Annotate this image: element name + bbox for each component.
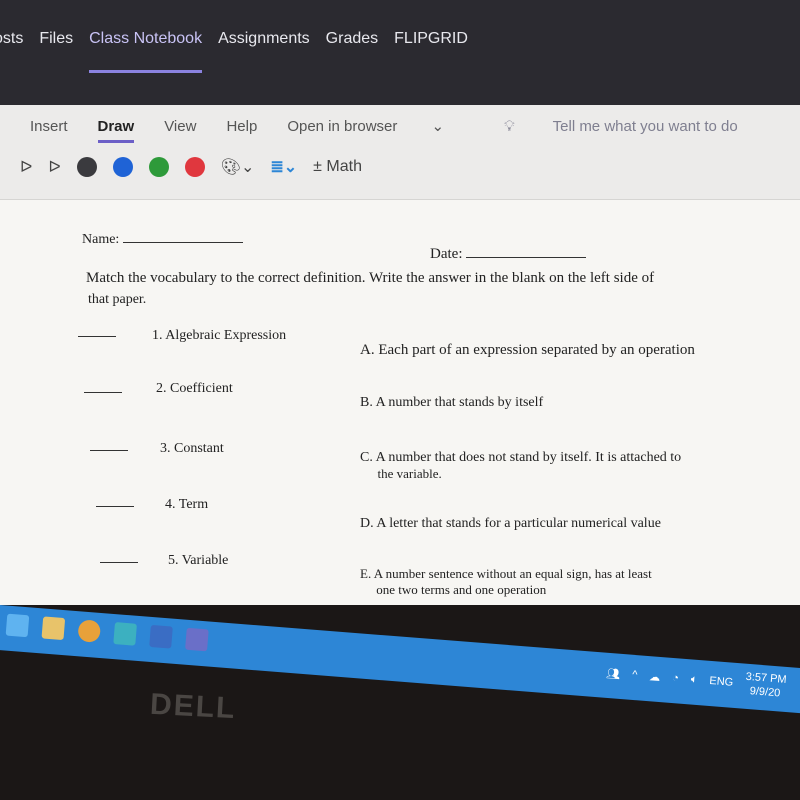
math-label: Math: [326, 158, 362, 175]
open-in-browser-label: Open in browser: [287, 118, 398, 135]
answer-blank[interactable]: [78, 336, 116, 337]
term: 2. Coefficient: [156, 381, 233, 396]
notebook-page: Name: Date: Match the vocabulary to the …: [0, 200, 800, 605]
tab-assignments[interactable]: Assignments: [218, 30, 310, 48]
wifi-icon[interactable]: ◔: [672, 672, 680, 684]
chrome-icon[interactable]: [77, 619, 102, 643]
dell-logo: DELL: [149, 687, 238, 726]
term: 3. Constant: [160, 441, 224, 456]
name-label: Name:: [82, 232, 120, 247]
instructions-continued: that paper.: [88, 292, 147, 307]
answer-blank[interactable]: [96, 506, 134, 507]
app-header: osts Files Class Notebook Assignments Gr…: [0, 0, 800, 105]
tab-class-notebook[interactable]: Class Notebook: [89, 30, 202, 73]
chevron-up-icon[interactable]: ^: [632, 669, 638, 681]
teams-icon[interactable]: [185, 627, 209, 652]
lasso-select-icon[interactable]: ᐅ: [20, 157, 32, 177]
pen-red-button[interactable]: [184, 157, 205, 177]
math-icon: ±: [313, 158, 322, 175]
name-blank: [122, 233, 243, 243]
clock[interactable]: 3:57 PM 9/9/20: [744, 670, 787, 701]
answer-blank[interactable]: [90, 450, 128, 451]
ribbon-tab-view[interactable]: View: [164, 118, 196, 135]
tell-me-search[interactable]: 💡︎ Tell me what you want to do: [504, 118, 768, 135]
pen-blue-button[interactable]: [112, 157, 133, 177]
definition: C. A number that does not stand by itsel…: [360, 450, 682, 481]
answer-blank[interactable]: [100, 562, 138, 563]
people-icon[interactable]: 👥︎: [606, 666, 621, 680]
lightbulb-icon: 💡︎: [504, 117, 515, 135]
instructions: Match the vocabulary to the correct defi…: [86, 270, 655, 286]
pen-green-button[interactable]: [148, 157, 169, 177]
mail-icon[interactable]: [113, 622, 137, 646]
onedrive-icon[interactable]: ☁: [649, 670, 661, 684]
edge-icon[interactable]: [5, 613, 30, 638]
term: 4. Term: [165, 497, 209, 512]
language-indicator[interactable]: ENG: [709, 675, 734, 689]
term: 5. Variable: [168, 553, 229, 568]
word-icon[interactable]: [149, 624, 173, 649]
date-label: Date:: [430, 246, 463, 262]
ribbon-tab-insert[interactable]: Insert: [30, 118, 68, 135]
open-in-browser-button[interactable]: Open in browser ⌄: [287, 117, 474, 135]
clock-date: 9/9/20: [749, 685, 781, 700]
date-blank: [466, 248, 587, 258]
palette-icon[interactable]: 🎨︎⌄: [221, 157, 255, 177]
answer-blank[interactable]: [84, 392, 122, 393]
clock-time: 3:57 PM: [745, 670, 788, 686]
date-field: Date:: [430, 246, 587, 263]
app-tabs: osts Files Class Notebook Assignments Gr…: [0, 30, 468, 73]
math-button[interactable]: ± Math: [313, 158, 362, 176]
definition: D. A letter that stands for a particular…: [360, 516, 661, 531]
file-explorer-icon[interactable]: [41, 616, 66, 641]
definition: B. A number that stands by itself: [360, 395, 544, 410]
tell-me-placeholder: Tell me what you want to do: [552, 117, 738, 135]
definition: E. A number sentence without an equal si…: [360, 566, 652, 597]
chevron-down-icon: ⌄: [431, 118, 445, 135]
pen-black-button[interactable]: [76, 157, 97, 177]
line-thickness-icon[interactable]: ≣⌄: [270, 157, 297, 177]
eraser-icon[interactable]: ᐅ: [48, 157, 60, 177]
tab-grades[interactable]: Grades: [326, 30, 378, 48]
tab-flipgrid[interactable]: FLIPGRID: [394, 30, 468, 48]
tab-files[interactable]: Files: [39, 30, 73, 48]
ribbon-tab-help[interactable]: Help: [226, 118, 257, 135]
windows-taskbar: 👥︎ ^ ☁ ◔ 🔈︎ ENG 3:57 PM 9/9/20: [0, 605, 800, 715]
ribbon: Insert Draw View Help Open in browser ⌄ …: [0, 105, 800, 200]
ribbon-tab-draw[interactable]: Draw: [97, 118, 134, 143]
volume-icon[interactable]: 🔈︎: [690, 673, 698, 686]
term: 1. Algebraic Expression: [152, 328, 287, 343]
name-field: Name:: [82, 232, 243, 248]
tab-posts[interactable]: osts: [0, 30, 23, 48]
definition: A. Each part of an expression separated …: [360, 342, 695, 358]
